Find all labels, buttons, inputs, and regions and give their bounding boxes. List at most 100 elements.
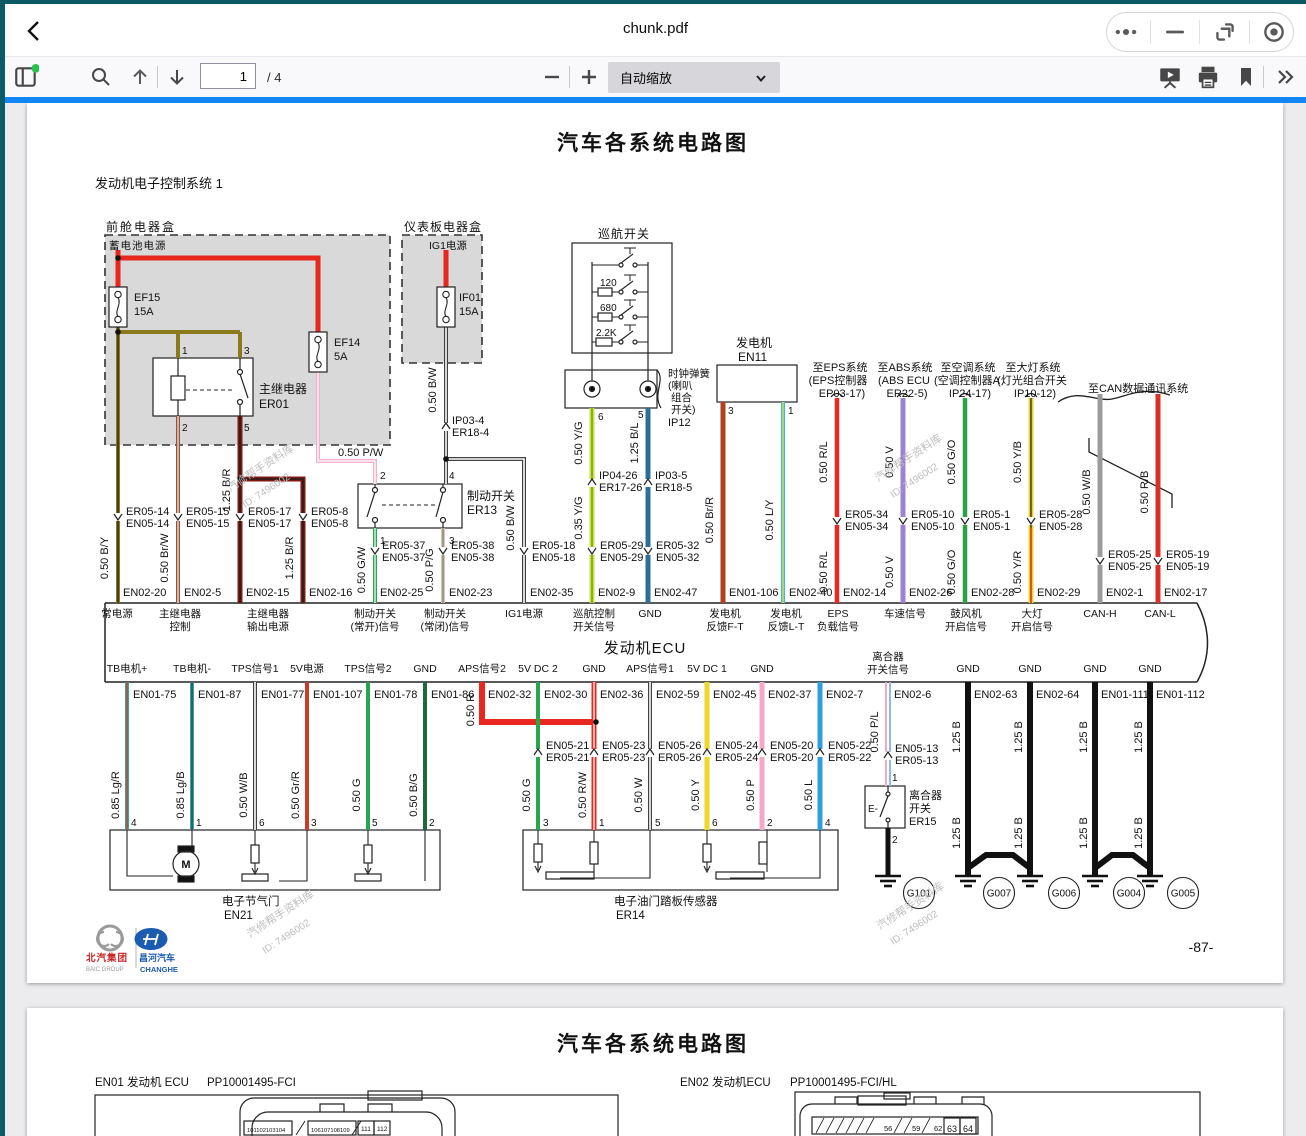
record-icon[interactable] [1261, 19, 1287, 45]
diagram-label: EN02-20 [123, 587, 166, 599]
diagram-label: EN02-35 [530, 587, 573, 599]
diagram-label: EN02-64 [1036, 689, 1079, 701]
diagram-label: 0.50 P/G [424, 548, 436, 591]
next-page-button[interactable] [163, 63, 191, 91]
diagram-label: 巡航开关 [598, 226, 650, 241]
diagram-label: EN05-32 [656, 552, 699, 564]
diagram-label: EN02-23 [449, 587, 492, 599]
diagram-circle [98, 926, 122, 950]
bookmark-icon [1234, 65, 1258, 89]
diagram-label: 蓄电池电源 [109, 239, 167, 252]
diagram-label: 制动开关 [467, 489, 515, 503]
diagram-label: EN05-14 [126, 518, 169, 530]
diagram-label: ER05-8 [311, 506, 348, 518]
diagram-label: 0.50 B/G [408, 773, 420, 816]
diagram-label: EN05-15 [186, 518, 229, 530]
diagram-label: ER05-22 [828, 752, 871, 764]
diagram-label: 0.85 Lg/R [110, 771, 122, 819]
sidebar-toggle-button[interactable] [12, 63, 40, 91]
diagram-label: 5 [372, 818, 378, 829]
diagram-label: ER05-38 [451, 540, 494, 552]
pdf-viewer-area[interactable]: G101G007G006G004G005汽车各系统电路图发动机电子控制系统 1前… [0, 103, 1306, 1136]
diagram-label: 3 [311, 818, 317, 829]
diagram-label: 3 [543, 818, 549, 829]
diagram-label: 59 [912, 1124, 920, 1133]
diagram-label: 0.50 Y/G [573, 421, 585, 464]
previous-page-button[interactable] [126, 63, 154, 91]
diagram-label: 至ABS系统 [877, 361, 932, 374]
pdf-page-2: 汽车各系统电路图EN01 发动机 ECUPP10001495-FCIEN02 发… [27, 1008, 1283, 1136]
overflow-menu-icon[interactable] [1113, 19, 1139, 45]
diagram-label: 0.50 Y [690, 779, 702, 811]
diagram-label: 0.50 P [745, 779, 757, 811]
diagram-label: ER05-23 [602, 752, 645, 764]
diagram-label: 汽车各系统电路图 [557, 131, 749, 155]
diagram-label: 101102103104 [247, 1128, 286, 1134]
diagram-label: 大灯 [1022, 607, 1044, 620]
zoom-out-button[interactable] [538, 63, 566, 91]
diagram-label: (ABS ECU [878, 375, 930, 387]
diagram-label: (常闭)信号 [421, 620, 470, 633]
diagram-label: EN01-87 [198, 689, 241, 701]
diagram-label: EN02-25 [380, 587, 423, 599]
diagram-label: IG1电源 [429, 239, 467, 252]
arrow-up-icon [128, 65, 152, 89]
diagram-label: 0.50 L/Y [764, 499, 776, 541]
diagram-label: ER05-29 [600, 540, 643, 552]
diagram-label: 离合器 [909, 788, 942, 802]
diagram-label: 0.50 G [351, 778, 363, 811]
zoom-select-dropdown[interactable]: 自动缩放 [608, 62, 780, 93]
diagram-label: EN05-37 [382, 552, 425, 564]
diagram-label: 6 [598, 412, 604, 423]
diagram-label: EN05-10 [911, 521, 954, 533]
search-button[interactable] [87, 63, 115, 91]
open-in-window-icon[interactable] [1212, 19, 1238, 45]
diagram-label: ER18-5 [655, 482, 692, 494]
diagram-label: 15A [459, 306, 479, 318]
diagram-label: 鼓风机 [950, 607, 982, 620]
diagram-label: 1.25 B [951, 817, 963, 849]
presentation-mode-button[interactable] [1156, 63, 1184, 91]
diagram-label: GND [582, 663, 606, 675]
diagram-label: EN02-14 [843, 587, 886, 599]
diagram-label: M [181, 859, 190, 871]
diagram-label: 0.50 W [633, 777, 645, 812]
diagram-label: EN01-111 [1101, 689, 1149, 701]
zoom-in-button[interactable] [575, 63, 603, 91]
diagram-label: 发动机ECU [604, 640, 687, 657]
diagram-label: IP10-12) [1014, 388, 1056, 400]
diagram-label: EN02-47 [654, 587, 697, 599]
diagram-label: 0.50 R [465, 694, 477, 726]
chevron-down-icon [754, 71, 768, 85]
diagram-label: EN21 [224, 910, 253, 922]
more-tools-button[interactable] [1271, 63, 1299, 91]
diagram-label: 0.50 Gr/R [290, 771, 302, 819]
diagram-label: IP03-5 [655, 470, 687, 482]
print-button[interactable] [1194, 63, 1222, 91]
diagram-label: 0.50 B/W [505, 505, 517, 551]
diagram-label: EN02-5 [184, 587, 221, 599]
diagram-label: 电子节气门 [222, 894, 280, 908]
diagram-label: 0.35 Y/G [573, 496, 585, 539]
diagram-label: ER15 [909, 816, 937, 828]
page-number-input[interactable] [200, 63, 256, 89]
diagram-label: 至EPS系统 [812, 361, 867, 374]
diagram-label: ER18-4 [452, 427, 489, 439]
diagram-label: 1.25 B [1133, 817, 1145, 849]
diagram-label: EN02-28 [971, 587, 1014, 599]
diagram-label: 昌河汽车 [139, 952, 175, 963]
diagram-label: (空调控制器A [934, 373, 1001, 387]
bookmark-button[interactable] [1232, 63, 1260, 91]
minimize-icon[interactable] [1162, 19, 1188, 45]
divider [1249, 20, 1250, 44]
divider [157, 66, 158, 88]
diagram-label: 112 [377, 1126, 388, 1133]
diagram-label: ER05-28 [1039, 509, 1082, 521]
diagram-label: 680 [600, 303, 617, 314]
diagram-label: EN05-24 [715, 740, 758, 752]
diagram-label: EN05-26 [658, 740, 701, 752]
diagram-label: 北汽集团 [86, 952, 128, 964]
diagram-label: 0.50 G [521, 778, 533, 811]
diagram-label: 1 [892, 773, 898, 784]
diagram-label: GND [1138, 663, 1162, 675]
